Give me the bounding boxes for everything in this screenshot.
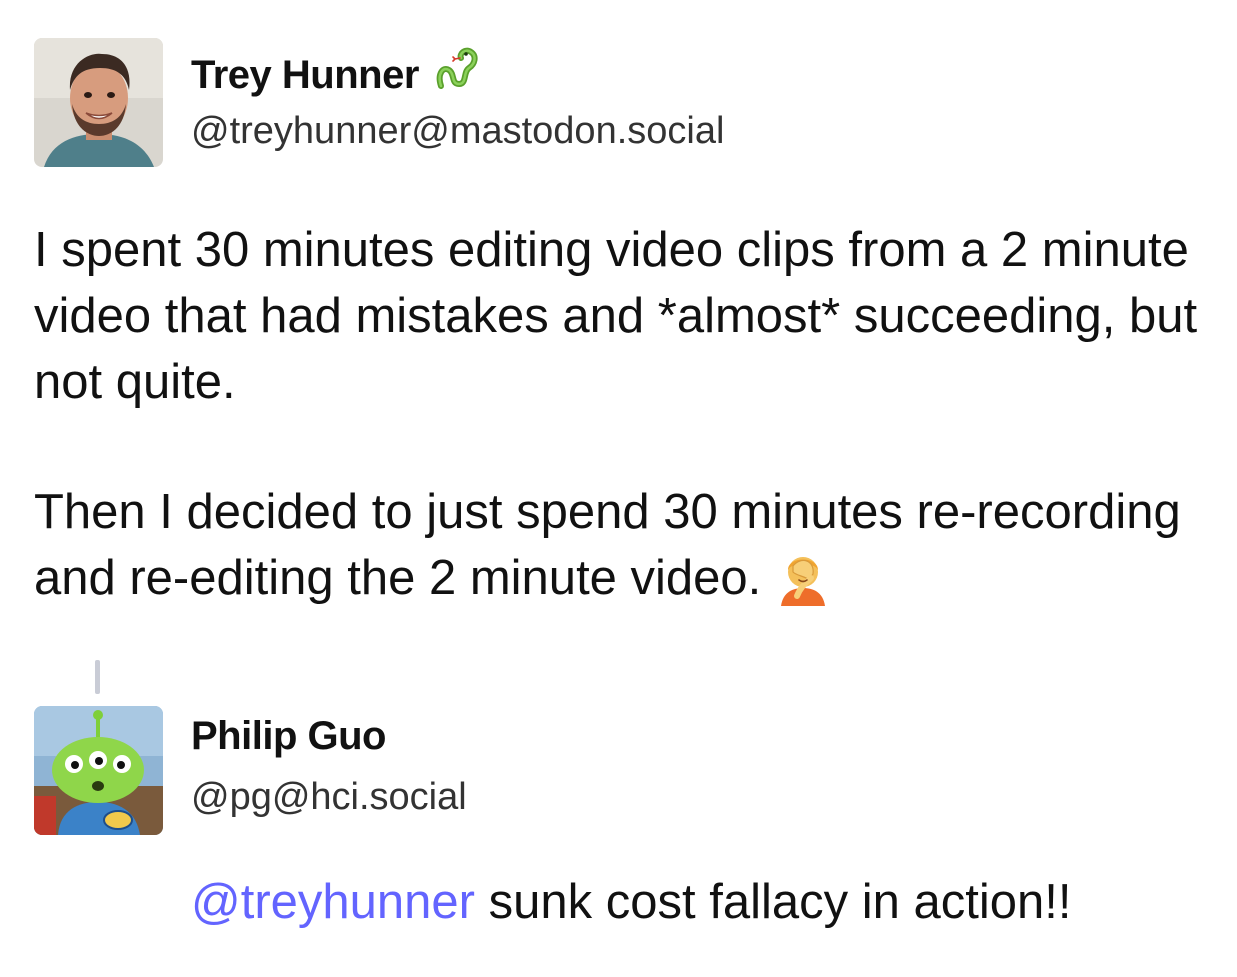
display-name-text: Trey Hunner: [191, 53, 419, 97]
mention-link[interactable]: @treyhunner: [191, 875, 475, 929]
alien-avatar-icon: [34, 706, 163, 835]
reply-display-name[interactable]: Philip Guo: [191, 714, 386, 759]
account-handle[interactable]: @treyhunner@mastodon.social: [191, 110, 724, 153]
avatar-philip-guo[interactable]: [34, 706, 163, 835]
post-paragraph: Then I decided to just spend 30 minutes …: [34, 479, 1224, 611]
post-paragraph-text: Then I decided to just spend 30 minutes …: [34, 485, 1181, 605]
reply-account-handle[interactable]: @pg@hci.social: [191, 776, 467, 819]
facepalm-icon: [781, 557, 826, 606]
post-paragraph: I spent 30 minutes editing video clips f…: [34, 223, 1198, 409]
post-content: I spent 30 minutes editing video clips f…: [34, 217, 1224, 611]
snake-icon: [436, 47, 478, 89]
thread-connector-line: [95, 660, 100, 694]
avatar-trey-hunner[interactable]: [34, 38, 163, 167]
display-name[interactable]: Trey Hunner: [191, 46, 481, 98]
reply-content: @treyhunner sunk cost fallacy in action!…: [191, 870, 1071, 934]
post-paragraph-spacer: [34, 415, 1224, 479]
avatar-portrait-icon: [34, 38, 163, 167]
reply-text: sunk cost fallacy in action!!: [475, 875, 1072, 929]
